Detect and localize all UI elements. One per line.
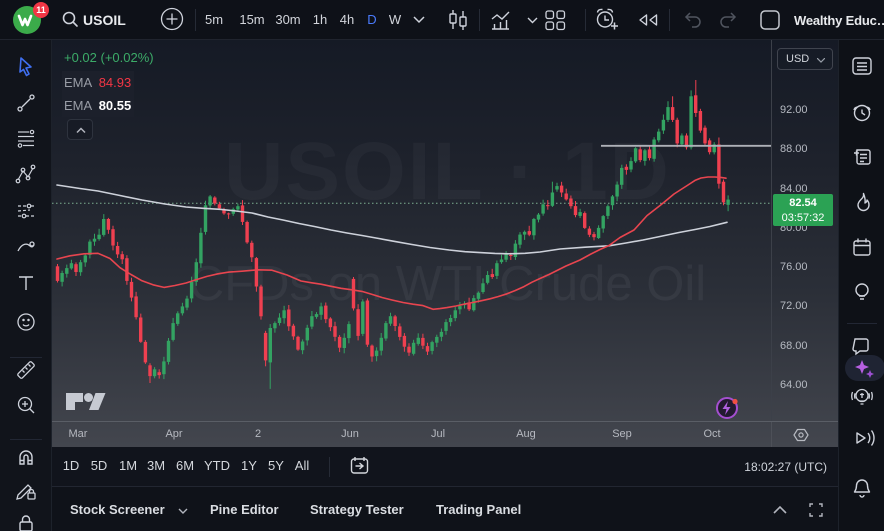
svg-text:11: 11 <box>36 5 46 15</box>
